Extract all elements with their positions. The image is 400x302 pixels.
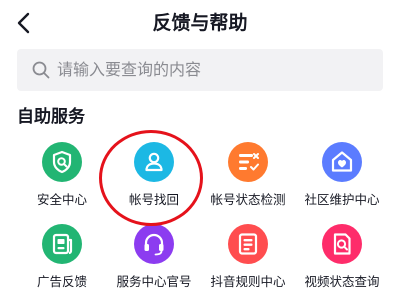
service-grid: 安全中心 帐号找回 帐号状态检测 社区维护中心 广告反馈 服务中心官号 抖音规则… (0, 138, 400, 300)
search-icon (32, 61, 50, 79)
headset-icon (134, 224, 174, 264)
service-security-center[interactable]: 安全中心 (10, 138, 110, 220)
service-label: 社区维护中心 (304, 192, 380, 207)
ad-document-icon (42, 224, 82, 264)
service-label: 视频状态查询 (304, 274, 380, 289)
section-title: 自助服务 (17, 107, 85, 127)
search-input[interactable]: 请输入要查询的内容 (17, 49, 383, 91)
search-placeholder: 请输入要查询的内容 (57, 60, 202, 79)
status-check-icon (228, 142, 268, 182)
rules-document-icon (228, 224, 268, 264)
page-title: 反馈与帮助 (152, 12, 248, 34)
video-search-icon (322, 224, 362, 264)
header: 反馈与帮助 (0, 0, 400, 46)
service-video-status-query[interactable]: 视频状态查询 (290, 220, 390, 302)
service-official-account[interactable]: 服务中心官号 (102, 220, 202, 302)
shield-icon (42, 142, 82, 182)
service-rules-center[interactable]: 抖音规则中心 (196, 220, 296, 302)
service-account-recovery[interactable]: 帐号找回 (102, 138, 202, 220)
heart-house-icon (322, 142, 362, 182)
service-ad-feedback[interactable]: 广告反馈 (10, 220, 110, 302)
service-account-status-check[interactable]: 帐号状态检测 (196, 138, 296, 220)
service-community-maintenance[interactable]: 社区维护中心 (290, 138, 390, 220)
user-icon (134, 142, 174, 182)
